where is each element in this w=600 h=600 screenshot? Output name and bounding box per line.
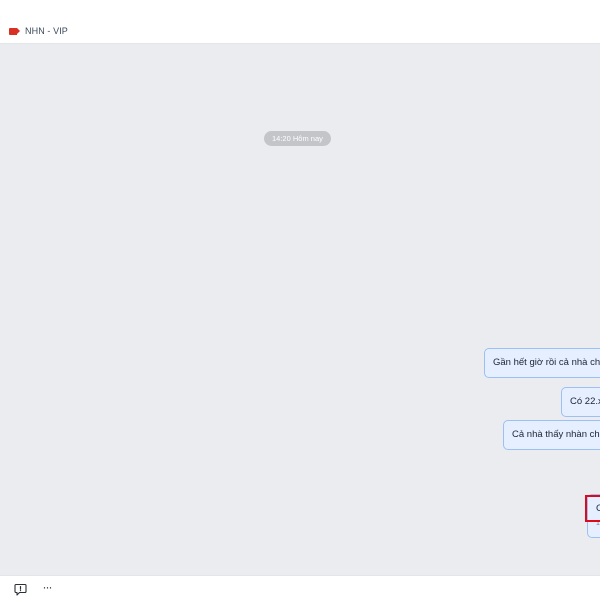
message-bubble[interactable]: Cả nhà thấy nhàn chư <box>503 420 600 450</box>
highlight-box <box>585 495 600 522</box>
message-text: Cả nhà thấy nhàn chư <box>512 429 600 440</box>
chat-window: NHN - VIP 14:20 Hôm nay Gần hết giờ rồi … <box>0 0 600 600</box>
message-list[interactable]: 14:20 Hôm nay Gần hết giờ rồi cả nhà chú… <box>0 44 600 575</box>
chat-toolbar: ··· <box>0 575 600 600</box>
quick-message-icon <box>13 583 27 596</box>
conversation-label[interactable]: NHN - VIP <box>9 26 68 36</box>
quick-message-button[interactable] <box>13 582 27 596</box>
message-text: Có 22.x <box>570 396 600 407</box>
time-separator: 14:20 Hôm nay <box>264 131 331 146</box>
message-text: Gần hết giờ rồi cả nhà chú <box>493 357 600 368</box>
conversation-header: NHN - VIP <box>0 0 600 44</box>
label-text: NHN - VIP <box>25 26 68 36</box>
message-bubble[interactable]: Gần hết giờ rồi cả nhà chú <box>484 348 600 378</box>
more-options-button[interactable]: ··· <box>40 580 54 596</box>
message-bubble[interactable]: Có 22.x <box>561 387 600 417</box>
tag-icon <box>9 27 20 35</box>
more-options-icon: ··· <box>42 580 53 594</box>
